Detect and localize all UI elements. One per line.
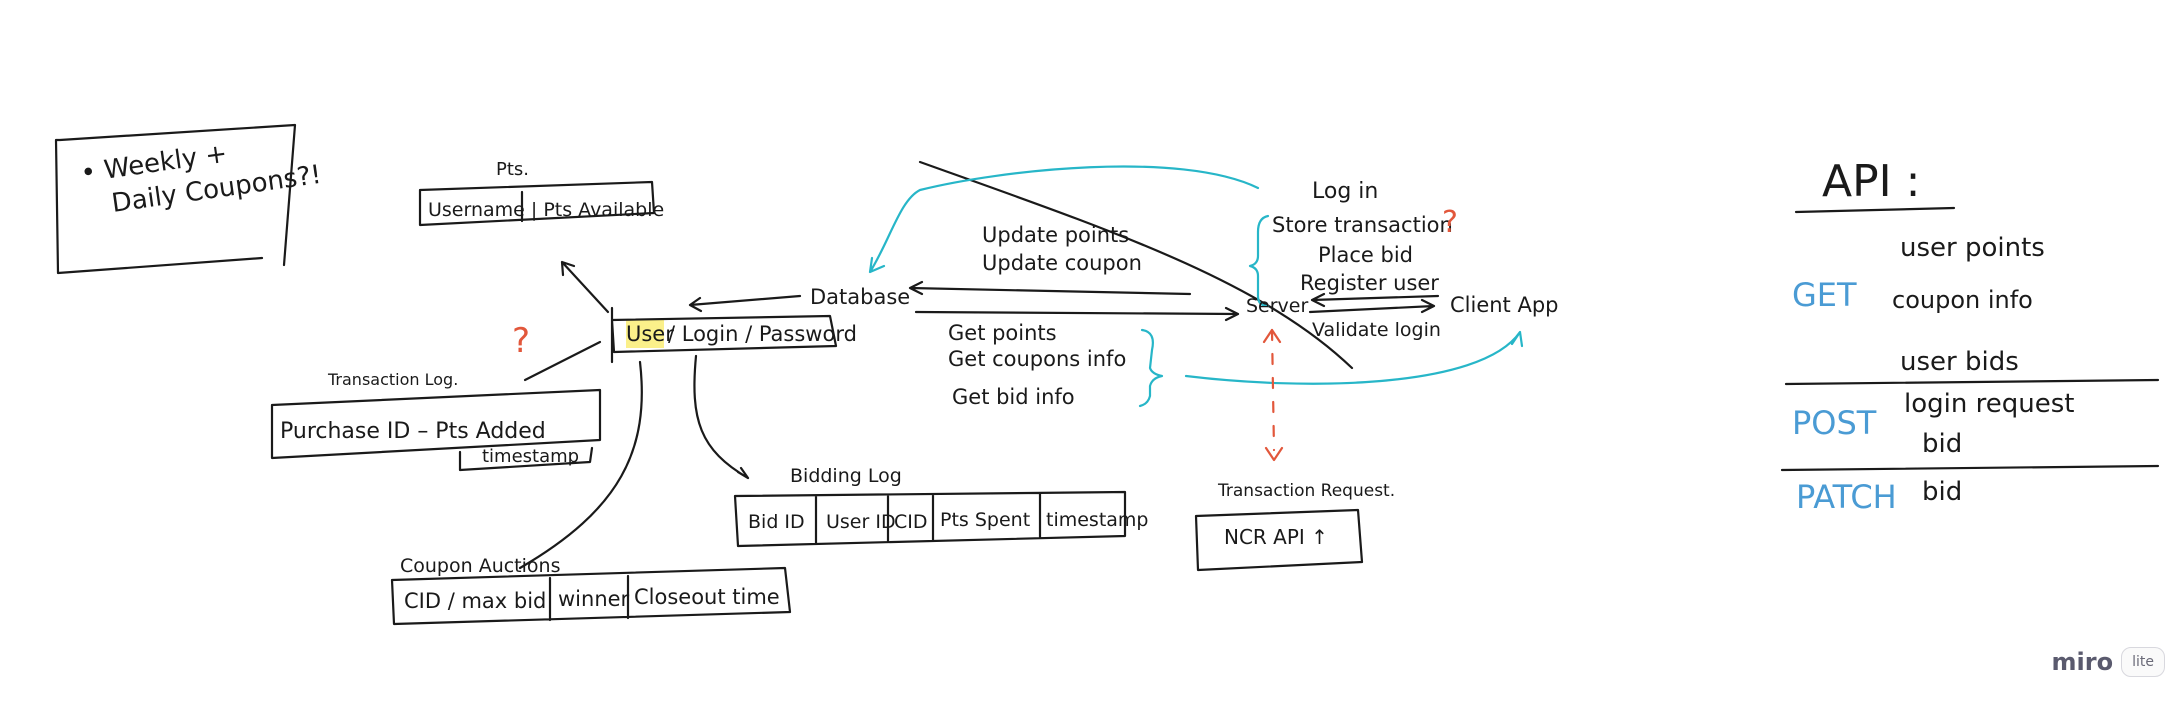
miro-branding[interactable]: miro lite [2052,647,2165,677]
login-password-cells: / Login / Password [668,322,857,346]
coupon-cell-cid-maxbid: CID / max bid [404,589,546,613]
api-post-item-2: bid [1922,429,1962,459]
api-title: API : [1822,156,1920,207]
bidding-cell-cid: CID [894,511,928,533]
user-cell: User [626,322,674,346]
pts-table[interactable]: Pts. Username | Pts Available [418,159,664,227]
api-title-underline [1794,206,1956,214]
api-patch-item-1: bid [1922,477,1962,507]
bidding-cell-timestamp: timestamp [1046,509,1149,531]
api-divider-2 [1780,464,2160,472]
register-user-text: Register user [1300,271,1439,295]
get-bid-info-text: Get bid info [952,385,1075,409]
transaction-log-label: Transaction Log. [327,370,458,389]
server-to-database-arrow [908,280,1192,296]
log-in-text: Log in [1312,179,1378,204]
coupon-cell-closeout-time: Closeout time [634,585,780,609]
database-to-server-arrow [914,306,1240,322]
api-post-item-1: login request [1904,389,2074,419]
server-label: Server [1246,295,1308,317]
miro-logo[interactable]: miro [2052,648,2114,676]
database-label: Database [810,285,910,309]
transaction-request-box[interactable]: Transaction Request. NCR API ↑ [1194,481,1395,572]
update-coupon-text: Update coupon [982,251,1142,275]
question-mark-1: ? [512,321,530,361]
server-transaction-dashed-line [1270,328,1276,452]
bidding-cell-user-id: User ID [826,511,896,533]
pts-table-row: Username | Pts Available [428,199,664,221]
server-transaction-arrowheads [1262,328,1284,462]
transaction-request-label: Transaction Request. [1217,481,1395,501]
transaction-log-table[interactable]: Transaction Log. Purchase ID – Pts Added… [270,370,602,472]
pts-table-label: Pts. [496,159,529,180]
whiteboard-canvas[interactable]: • Weekly + Daily Coupons?! Pts. Username… [0,0,2179,717]
get-points-text: Get points [948,321,1057,345]
api-get-item-3: user bids [1900,347,2019,377]
transaction-request-box-label: NCR API ↑ [1224,525,1328,549]
api-get-label: GET [1792,276,1857,314]
api-get-item-1: user points [1900,233,2045,263]
place-bid-text: Place bid [1318,243,1413,267]
bidding-cell-pts-spent: Pts Spent [940,509,1030,531]
user-to-bidding-arrow [693,354,750,480]
user-to-transaction-line [523,340,602,382]
api-section[interactable]: API : GET user points coupon info user b… [1780,156,2160,516]
user-to-pts-arrow [560,260,610,314]
server-to-client-arrow [1308,298,1436,314]
store-transaction-text: Store transaction [1272,213,1453,237]
get-coupons-info-text: Get coupons info [948,347,1126,371]
update-points-text: Update points [982,223,1129,247]
sticky-note-weekly-coupons[interactable]: • Weekly + Daily Coupons?! [54,123,323,275]
api-get-item-2: coupon info [1892,286,2033,314]
bidding-cell-bid-id: Bid ID [748,511,805,533]
transaction-log-timestamp: timestamp [482,446,579,467]
transaction-log-row: Purchase ID – Pts Added [280,419,546,444]
coupon-auctions-label: Coupon Auctions [400,555,560,577]
user-table[interactable]: User / Login / Password [610,306,857,364]
lite-badge: lite [2121,647,2165,677]
bidding-log-label: Bidding Log [790,465,902,487]
api-patch-label: PATCH [1796,478,1897,516]
coupon-cell-winner: winner [558,587,630,611]
bidding-log-table[interactable]: Bidding Log Bid ID User ID CID Pts Spent… [733,465,1149,548]
api-divider-1 [1784,378,2160,386]
question-mark-2: ? [1442,205,1458,240]
validate-login-text: Validate login [1312,319,1441,341]
coupon-auctions-table[interactable]: Coupon Auctions CID / max bid winner Clo… [390,555,792,626]
client-actions-brace [1248,214,1270,308]
gets-brace [1138,328,1164,408]
client-to-server-arrow [1310,292,1440,308]
database-to-user-arrow [688,294,802,313]
client-app-label: Client App [1450,293,1559,317]
api-post-label: POST [1792,404,1877,442]
